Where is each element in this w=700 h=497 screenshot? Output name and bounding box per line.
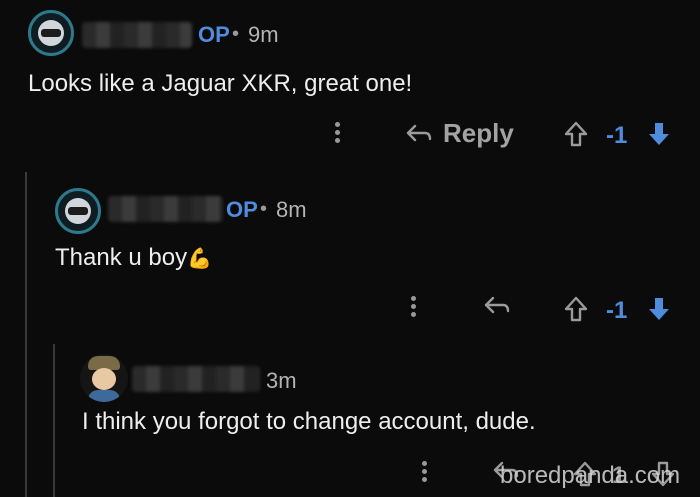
separator-dot: • xyxy=(260,198,268,220)
reply-arrow-icon xyxy=(406,124,432,141)
avatar[interactable] xyxy=(55,188,101,234)
more-options-icon[interactable] xyxy=(422,461,428,485)
separator-dot: • xyxy=(232,23,240,45)
score: -1 xyxy=(606,297,628,324)
op-tag: OP xyxy=(198,22,230,47)
upvote-icon xyxy=(564,296,588,322)
reply-button[interactable]: Reply xyxy=(405,118,514,149)
username-redacted[interactable] xyxy=(82,22,192,48)
upvote-button[interactable] xyxy=(563,120,589,148)
timestamp: 3m xyxy=(266,368,297,393)
username-redacted[interactable] xyxy=(132,366,260,392)
upvote-icon xyxy=(564,121,588,147)
comment-text: Thank u boy xyxy=(55,244,188,271)
comment-body: I think you forgot to change account, du… xyxy=(82,408,536,435)
op-tag: OP xyxy=(226,197,258,222)
comment-body: Looks like a Jaguar XKR, great one! xyxy=(28,70,413,97)
downvote-button[interactable] xyxy=(646,295,672,323)
downvote-icon xyxy=(649,298,669,320)
reply-label: Reply xyxy=(443,118,514,148)
more-options-icon[interactable] xyxy=(411,296,417,320)
thread-line[interactable] xyxy=(53,344,55,497)
downvote-button[interactable] xyxy=(646,120,672,148)
upvote-button[interactable] xyxy=(563,295,589,323)
username-redacted[interactable] xyxy=(108,196,223,222)
timestamp: 9m xyxy=(248,22,279,47)
avatar[interactable] xyxy=(28,10,74,56)
thread-line[interactable] xyxy=(25,172,27,497)
timestamp: 8m xyxy=(276,197,307,222)
flexed-biceps-icon: 💪 xyxy=(187,248,212,270)
reply-arrow-icon xyxy=(484,296,510,314)
more-options-icon[interactable] xyxy=(335,122,341,146)
downvote-icon xyxy=(649,123,669,145)
reply-button[interactable] xyxy=(483,294,511,318)
avatar[interactable] xyxy=(80,354,128,402)
score: -1 xyxy=(606,122,628,149)
comment-body: Thank u boy💪 xyxy=(55,244,212,272)
watermark: boredpanda.com xyxy=(500,462,681,489)
